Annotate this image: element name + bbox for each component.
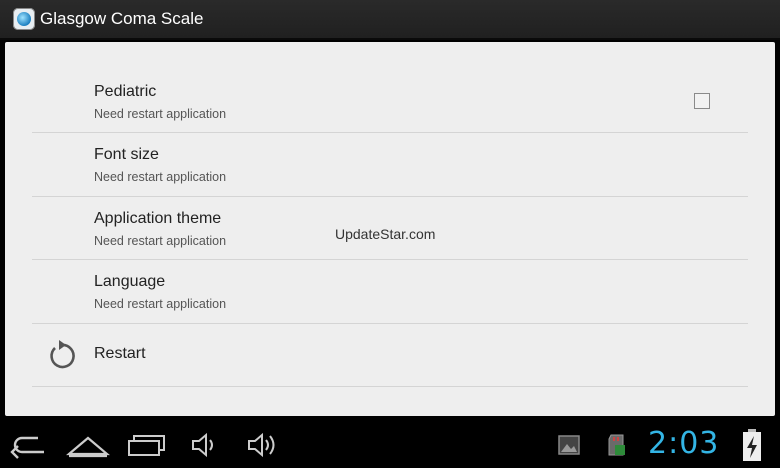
- home-icon[interactable]: [66, 430, 110, 460]
- recents-icon[interactable]: [126, 430, 168, 460]
- volume-down-icon[interactable]: [190, 430, 220, 460]
- pref-pediatric[interactable]: Pediatric Need restart application: [32, 42, 748, 133]
- app-title: Glasgow Coma Scale: [40, 9, 204, 28]
- restart-label: Restart: [94, 345, 146, 362]
- pref-restart[interactable]: Restart: [32, 324, 748, 387]
- status-clock: 2:03: [648, 426, 720, 461]
- pref-title: Language: [94, 273, 166, 290]
- battery-charging-icon: [743, 429, 761, 461]
- pref-summary: Need restart application: [94, 107, 227, 121]
- preferences-panel: Pediatric Need restart application Font …: [5, 42, 775, 416]
- pref-title: Pediatric: [94, 83, 157, 100]
- watermark: UpdateStar.com: [335, 226, 436, 242]
- pref-title: Application theme: [94, 210, 222, 227]
- sdcard-notification-icon[interactable]: [606, 433, 628, 457]
- pediatric-checkbox[interactable]: [694, 93, 710, 109]
- restart-icon: [50, 340, 75, 369]
- back-icon[interactable]: [8, 430, 48, 460]
- system-nav-bar: 2:03: [0, 422, 780, 468]
- app-icon[interactable]: [13, 8, 35, 30]
- gallery-notification-icon[interactable]: [558, 435, 580, 455]
- pref-title: Font size: [94, 146, 159, 163]
- action-bar: Glasgow Coma Scale: [0, 0, 780, 40]
- pref-summary: Need restart application: [94, 297, 227, 311]
- pref-summary: Need restart application: [94, 170, 227, 184]
- pref-summary: Need restart application: [94, 234, 227, 248]
- volume-up-icon[interactable]: [246, 430, 280, 460]
- pref-font-size[interactable]: Font size Need restart application: [32, 133, 748, 197]
- pref-language[interactable]: Language Need restart application: [32, 260, 748, 324]
